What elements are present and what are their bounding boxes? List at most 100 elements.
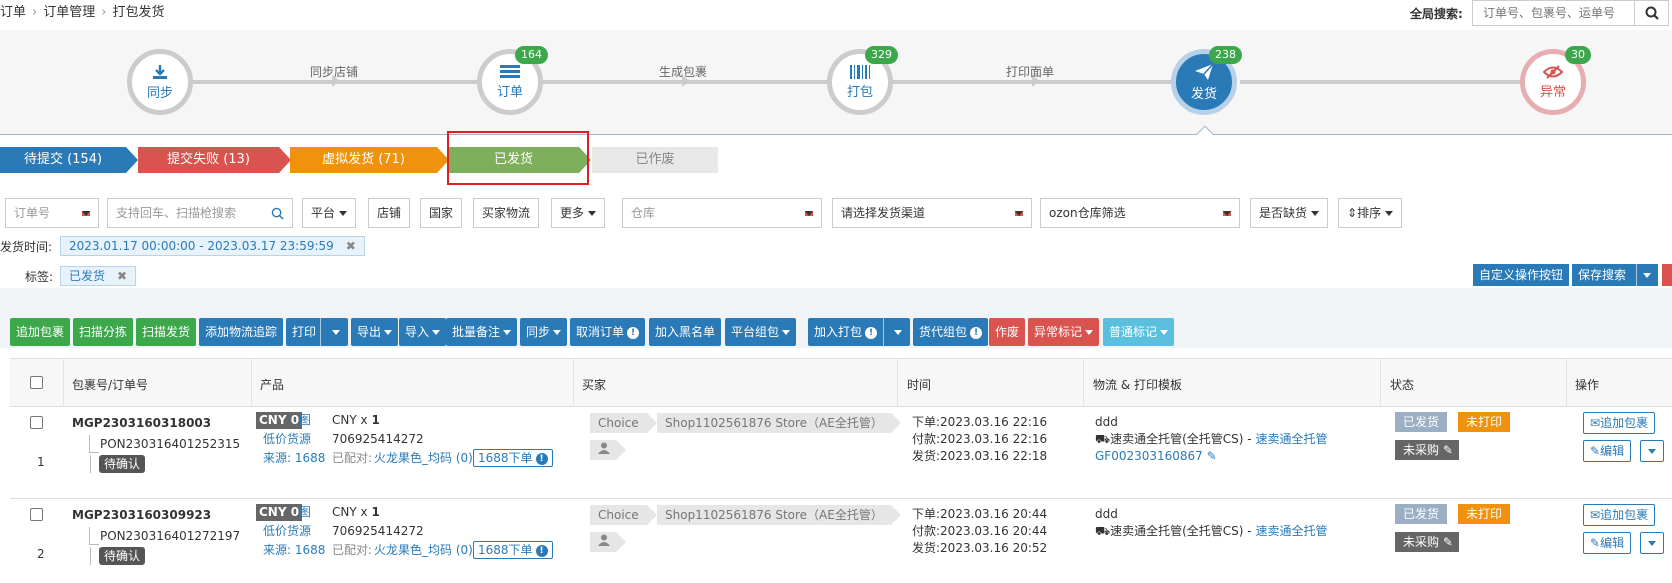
scan-sort-button[interactable]: 扫描分拣 (73, 318, 134, 346)
image-link[interactable]: 图 (299, 412, 311, 429)
sort-dropdown[interactable]: ⇕排序 (1338, 198, 1403, 228)
sync-dropdown[interactable]: 同步 (520, 318, 568, 346)
status-tab-pending[interactable]: 待提交 (154) (0, 147, 138, 173)
row-checkbox[interactable] (30, 508, 43, 521)
status-tab-virtual[interactable]: 虚拟发货 (71) (290, 147, 449, 173)
row-checkbox[interactable] (30, 416, 43, 429)
edit-icon[interactable]: ✎ (1443, 535, 1453, 549)
package-no[interactable]: MGP2303160318003 (72, 415, 211, 432)
buyer-tag: Choice (590, 505, 657, 525)
order-no-select[interactable]: 订单号 (5, 198, 99, 228)
split-divider (883, 318, 884, 346)
more-dropdown[interactable]: 更多 (551, 198, 606, 228)
package-no[interactable]: MGP2303160309923 (72, 507, 211, 524)
buyer-logistics-button[interactable]: 买家物流 (473, 198, 540, 228)
add-tracking-button[interactable]: 添加物流追踪 (199, 318, 284, 346)
search-input[interactable]: 支持回车、扫描枪搜索 (107, 198, 293, 228)
carrier-link[interactable]: 速卖通全托管 (1255, 524, 1327, 538)
info-icon: ! (627, 326, 640, 339)
export-dropdown[interactable]: 导出 (351, 318, 399, 346)
low-price-source-link[interactable]: 低价货源 (263, 431, 311, 448)
ozon-warehouse-select[interactable]: ozon仓库筛选 (1040, 198, 1240, 228)
country-button[interactable]: 国家 (420, 198, 463, 228)
add-package-button[interactable]: 追加包裹 (10, 318, 71, 346)
import-dropdown[interactable]: 导入 (399, 318, 447, 346)
buyer-tag: Choice (590, 413, 657, 433)
workflow-node-sync[interactable]: 同步 (127, 49, 193, 115)
edit-dropdown[interactable] (1640, 532, 1664, 554)
search-icon (271, 207, 284, 220)
shortage-dropdown[interactable]: 是否缺货 (1250, 198, 1329, 228)
extra-button-partial[interactable] (1662, 264, 1672, 286)
print-button[interactable]: 打印 (286, 318, 348, 346)
chevron-down-icon (805, 211, 813, 216)
button-label: 国家 (429, 206, 454, 220)
breadcrumb-item[interactable]: 订单 (0, 5, 26, 20)
tag-label: 未采购 (1403, 535, 1440, 549)
save-search-dropdown[interactable] (1636, 264, 1658, 286)
status-tab-voided[interactable]: 已作废 (592, 147, 718, 173)
order-tag-wrap: 待确认 (90, 455, 146, 473)
order-time: 下单:2023.03.16 22:16 (912, 415, 1048, 429)
close-icon[interactable]: ✖ (346, 239, 356, 253)
custom-actions-button[interactable]: 自定义操作按钮 (1473, 264, 1570, 286)
scan-ship-button[interactable]: 扫描发货 (136, 318, 197, 346)
edit-icon[interactable]: ✎ (1443, 443, 1453, 457)
breadcrumb-item[interactable]: 订单管理 (43, 5, 95, 20)
status-tab-failed[interactable]: 提交失败 (13) (138, 147, 291, 173)
select-value: ozon仓库筛选 (1049, 206, 1126, 220)
store-button[interactable]: 店铺 (368, 198, 411, 228)
matched-link[interactable]: 火龙果色_均码 (0) (374, 542, 473, 559)
matched-link[interactable]: 火龙果色_均码 (0) (374, 450, 473, 467)
qty-value: 1 (371, 505, 380, 519)
edit-icon[interactable]: ✎ (1207, 449, 1217, 463)
chevron-down-icon (588, 211, 597, 216)
order-no[interactable]: PON230316401252315 (100, 436, 240, 453)
user-icon (598, 442, 610, 454)
add-blacklist-button[interactable]: 加入黑名单 (649, 318, 722, 346)
chevron-down-icon (1311, 211, 1320, 216)
workflow-node-exception[interactable]: 异常 30 (1520, 46, 1591, 115)
batch-note-dropdown[interactable]: 批量备注 (446, 318, 518, 346)
workflow-node-ship[interactable]: 发货 238 (1171, 46, 1242, 115)
status-unpurchased-tag: 未采购 ✎ (1395, 440, 1467, 460)
product-qty: CNY x 1 (332, 504, 380, 521)
select-all-checkbox[interactable] (30, 376, 43, 389)
normal-mark-dropdown[interactable]: 普通标记 (1103, 318, 1175, 346)
order-1688-button[interactable]: 1688下单! (473, 541, 553, 559)
chevron-down-icon (1648, 541, 1656, 546)
tag-value: 已发货 (69, 269, 106, 283)
workflow-node-pack[interactable]: 打包 329 (827, 46, 898, 115)
edit-button[interactable]: ✎编辑 (1583, 440, 1632, 462)
exception-mark-dropdown[interactable]: 异常标记 (1028, 318, 1100, 346)
warehouse-select[interactable]: 仓库 (622, 198, 822, 228)
close-icon[interactable]: ✖ (117, 269, 127, 283)
info-icon: ! (865, 326, 878, 339)
channel-select[interactable]: 请选择发货渠道 (832, 198, 1032, 228)
cancel-order-button[interactable]: 取消订单! (570, 318, 646, 346)
global-search-button[interactable] (1635, 0, 1669, 26)
workflow-node-label: 异常 (1539, 84, 1566, 100)
tracking-link[interactable]: GF002303160867 (1095, 449, 1203, 463)
workflow-node-orders[interactable]: 订单 164 (477, 46, 548, 115)
order-1688-button[interactable]: 1688下单! (473, 449, 553, 467)
image-link[interactable]: 图 (299, 504, 311, 521)
edit-dropdown[interactable] (1640, 440, 1664, 462)
append-package-button[interactable]: ✉追加包裹 (1583, 412, 1656, 434)
low-price-source-link[interactable]: 低价货源 (263, 523, 311, 540)
source-link[interactable]: 来源: 1688 (263, 450, 325, 467)
edit-button[interactable]: ✎编辑 (1583, 532, 1632, 554)
order-no[interactable]: PON230316401272197 (100, 528, 240, 545)
save-search-button[interactable]: 保存搜索 (1572, 264, 1658, 286)
forwarder-package-button[interactable]: 货代组包! (913, 318, 989, 346)
platform-dropdown[interactable]: 平台 (302, 198, 357, 228)
carrier-link[interactable]: 速卖通全托管 (1255, 432, 1327, 446)
platform-package-dropdown[interactable]: 平台组包 (725, 318, 797, 346)
status-shipped-tag: 已发货 (1395, 412, 1456, 432)
append-package-button[interactable]: ✉追加包裹 (1583, 504, 1656, 526)
source-link[interactable]: 来源: 1688 (263, 542, 325, 559)
global-search-input[interactable] (1472, 0, 1635, 26)
add-pack-button[interactable]: 加入打包! (808, 318, 910, 346)
table-row: 2 MGP2303160309923 PON230316401272197 待确… (10, 499, 1672, 583)
void-button[interactable]: 作废 (989, 318, 1026, 346)
